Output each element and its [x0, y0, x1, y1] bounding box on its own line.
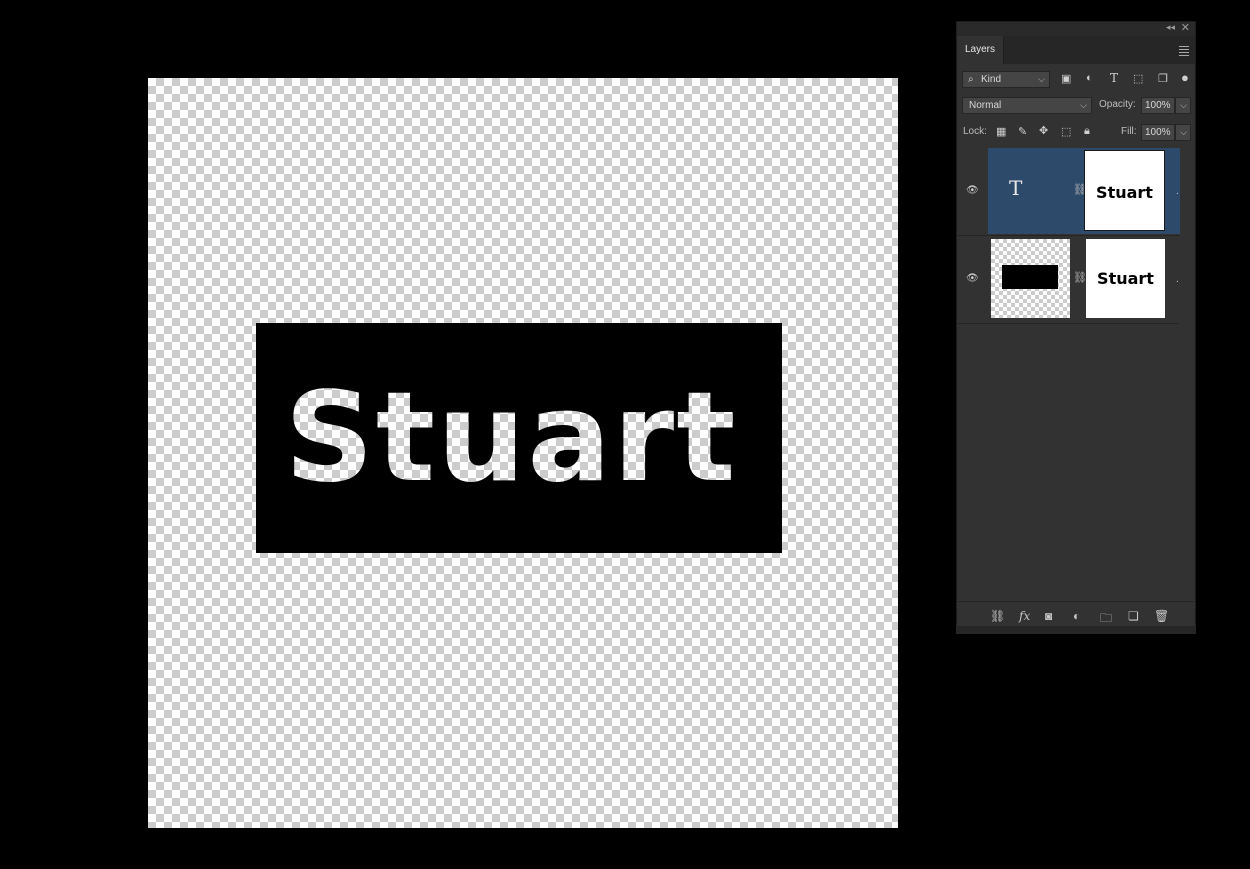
chevron-down-icon: ⌵ — [1180, 100, 1187, 110]
layer-mask-thumbnail[interactable]: Stuart — [1084, 150, 1165, 231]
blend-mode-label: Normal — [969, 100, 1002, 111]
fill-label: Fill: — [1121, 126, 1137, 137]
lock-label: Lock: — [963, 126, 987, 137]
opacity-dropdown[interactable]: ⌵ — [1175, 97, 1191, 114]
layer-thumbnail[interactable] — [991, 239, 1070, 318]
filter-kind-select[interactable]: ⌕ Kind ⌵ — [962, 71, 1050, 88]
close-icon[interactable]: ✕ — [1181, 21, 1190, 34]
lock-artboard-icon[interactable]: ⬚ — [1061, 125, 1071, 138]
layers-panel: ◂◂ ✕ Layers ⌕ Kind ⌵ ▣ ◐ T ⬚ ❐ ● Normal … — [956, 21, 1196, 633]
fill-dropdown[interactable]: ⌵ — [1175, 124, 1191, 141]
lock-image-pixels-icon[interactable]: ✎ — [1018, 125, 1027, 138]
opacity-label: Opacity: — [1099, 99, 1136, 110]
eye-icon[interactable]: 👁︎ — [966, 273, 979, 284]
type-filter-icon[interactable]: T — [1110, 71, 1118, 85]
filter-row: ⌕ Kind ⌵ ▣ ◐ T ⬚ ❐ ● — [957, 64, 1195, 92]
chevron-down-icon: ⌵ — [1080, 100, 1087, 110]
adjustment-layer-icon[interactable]: ◐ — [1073, 609, 1080, 623]
knockout-text-overlay: Stuart — [285, 366, 738, 510]
panel-tab-row: Layers — [957, 36, 1195, 64]
document-canvas[interactable]: Stuart — [148, 78, 898, 828]
text-layer-icon: T — [1009, 176, 1023, 200]
opacity-input[interactable]: 100% — [1141, 97, 1175, 114]
panel-menu-icon[interactable] — [1179, 44, 1189, 58]
knockout-text: Stuart — [285, 366, 738, 510]
layer-row-text[interactable]: 👁︎ T ⛓︎ Stuart . — [957, 148, 1180, 236]
shape-preview — [1002, 265, 1058, 289]
layer-mask-thumbnail[interactable]: Stuart — [1086, 239, 1165, 318]
tab-layers[interactable]: Layers — [957, 36, 1004, 64]
new-layer-icon[interactable]: ❏ — [1128, 609, 1139, 623]
eye-icon[interactable]: 👁︎ — [966, 185, 979, 196]
panel-topbar: ◂◂ ✕ — [957, 22, 1195, 36]
link-layers-icon[interactable]: ⛓︎ — [990, 609, 1005, 623]
lock-transparent-pixels-icon[interactable]: ▦ — [996, 125, 1006, 138]
search-icon: ⌕ — [968, 74, 974, 85]
link-icon[interactable]: ⛓︎ — [1073, 271, 1087, 284]
lock-position-icon[interactable]: ✥ — [1039, 124, 1048, 137]
blend-mode-select[interactable]: Normal ⌵ — [962, 97, 1092, 114]
add-mask-icon[interactable]: ◙ — [1045, 609, 1052, 623]
collapse-icon[interactable]: ◂◂ — [1166, 22, 1175, 33]
shape-filter-icon[interactable]: ⬚ — [1133, 72, 1143, 85]
fill-input[interactable]: 100% — [1141, 124, 1175, 141]
adjustment-filter-icon[interactable]: ◐ — [1086, 72, 1093, 84]
layer-name-text: . — [1176, 186, 1179, 197]
lock-row: Lock: ▦ ✎ ✥ ⬚ 🔒︎ Fill: 100% ⌵ — [957, 119, 1195, 146]
lock-all-icon[interactable]: 🔒︎ — [1084, 125, 1090, 138]
filter-kind-label: Kind — [981, 74, 1002, 85]
fx-icon[interactable]: fx — [1019, 609, 1030, 623]
trash-icon[interactable]: 🗑︎ — [1154, 609, 1169, 623]
layers-list: 👁︎ T ⛓︎ Stuart . 👁︎ ⛓︎ Stuart . — [957, 148, 1180, 324]
layer-name-shape: . — [1176, 274, 1179, 285]
image-filter-icon[interactable]: ▣ — [1061, 72, 1071, 85]
chevron-down-icon: ⌵ — [1180, 127, 1187, 137]
layer-row-shape[interactable]: 👁︎ ⛓︎ Stuart . — [957, 236, 1179, 324]
chevron-down-icon: ⌵ — [1038, 74, 1045, 84]
smart-object-filter-icon[interactable]: ❐ — [1158, 72, 1168, 85]
blend-row: Normal ⌵ Opacity: 100% ⌵ — [957, 92, 1195, 119]
filter-toggle-icon[interactable]: ● — [1181, 70, 1189, 85]
panel-footer-strip — [956, 626, 1196, 634]
